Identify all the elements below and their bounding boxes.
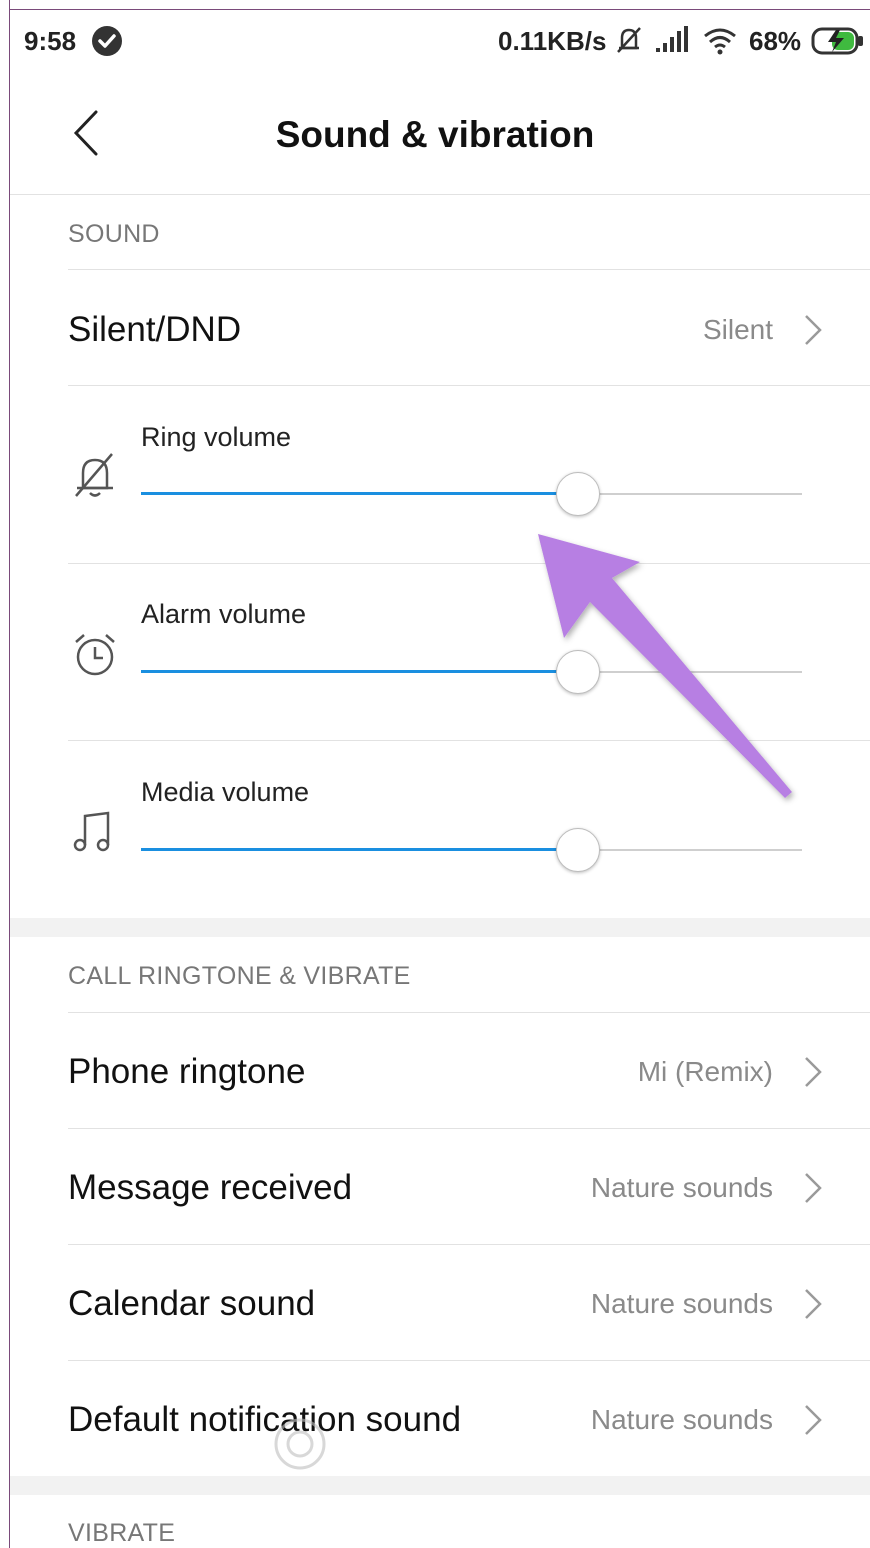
signal-bars-icon xyxy=(654,24,690,61)
divider xyxy=(68,740,870,741)
slider-thumb[interactable] xyxy=(556,472,601,516)
chevron-right-icon xyxy=(805,1057,822,1087)
media-volume-label: Media volume xyxy=(141,777,310,807)
section-label-vibrate: VIBRATE xyxy=(68,1519,176,1547)
slider-fill xyxy=(141,670,578,673)
divider xyxy=(68,385,870,386)
section-separator xyxy=(10,918,870,937)
calendar-sound-title: Calendar sound xyxy=(68,1284,316,1323)
slider-fill xyxy=(141,848,578,851)
music-note-icon xyxy=(73,811,110,852)
alarm-volume-label: Alarm volume xyxy=(141,599,307,629)
watermark-logo xyxy=(274,1418,326,1470)
silent-dnd-value: Silent xyxy=(702,314,773,345)
divider xyxy=(68,563,870,564)
status-time: 9:58 xyxy=(24,26,77,56)
message-received-title: Message received xyxy=(68,1168,353,1207)
ring-volume-label: Ring volume xyxy=(141,422,292,452)
alarm-volume-slider[interactable] xyxy=(141,650,802,694)
calendar-sound-value: Nature sounds xyxy=(590,1288,773,1319)
wifi-icon xyxy=(702,24,738,61)
slider-thumb[interactable] xyxy=(556,650,601,694)
bell-muted-icon xyxy=(75,453,113,497)
silent-dnd-title: Silent/DND xyxy=(68,310,242,349)
check-circle-icon xyxy=(92,26,122,56)
slider-thumb[interactable] xyxy=(556,828,601,872)
battery-percent: 68% xyxy=(749,26,802,56)
ring-volume-slider[interactable] xyxy=(141,472,802,516)
section-label-sound: SOUND xyxy=(68,220,160,248)
chevron-right-icon xyxy=(805,1173,822,1203)
header-bar: Sound & vibration xyxy=(10,72,870,195)
phone-ringtone-value: Mi (Remix) xyxy=(637,1056,773,1087)
default-notification-sound-value: Nature sounds xyxy=(590,1404,773,1435)
alarm-clock-icon xyxy=(75,634,115,676)
battery-charging-icon xyxy=(810,26,866,61)
chevron-right-icon xyxy=(805,315,822,345)
status-bar: 9:58 0.11KB/s 68% xyxy=(10,10,870,72)
default-notification-sound-title: Default notification sound xyxy=(68,1400,462,1439)
chevron-right-icon xyxy=(805,1289,822,1319)
message-received-value: Nature sounds xyxy=(590,1172,773,1203)
section-separator xyxy=(10,1476,870,1495)
slider-fill xyxy=(141,492,578,495)
phone-ringtone-title: Phone ringtone xyxy=(68,1052,306,1091)
page-title: Sound & vibration xyxy=(275,114,595,155)
media-volume-slider[interactable] xyxy=(141,828,802,872)
network-speed: 0.11KB/s xyxy=(498,26,607,56)
section-label-ringtone: CALL RINGTONE & VIBRATE xyxy=(68,962,411,990)
chevron-right-icon xyxy=(805,1405,822,1435)
bell-muted-status-icon xyxy=(614,24,644,61)
